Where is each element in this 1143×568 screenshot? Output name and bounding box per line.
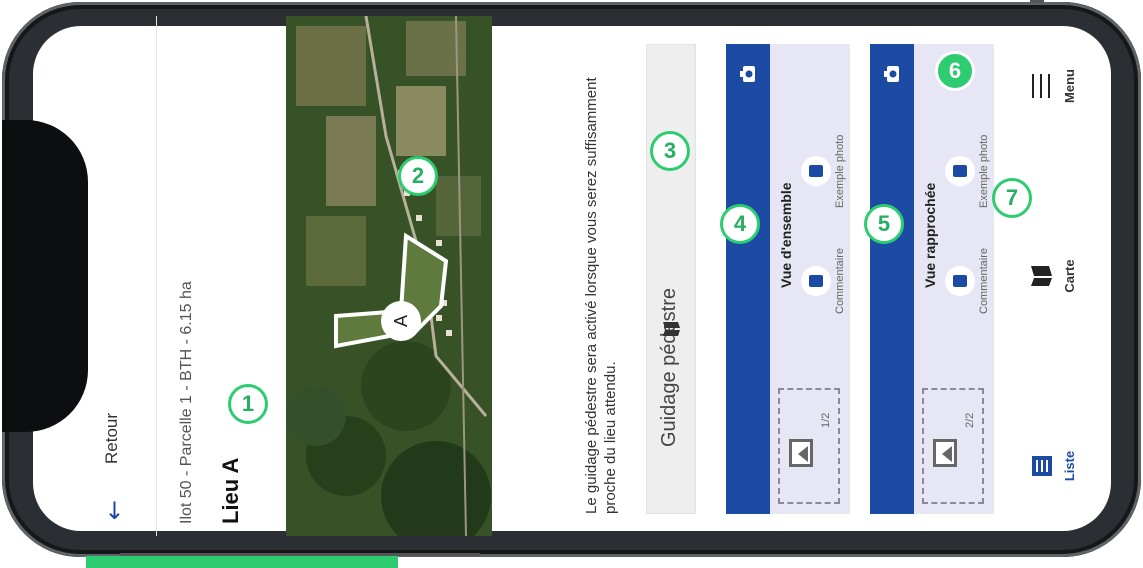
annotation-marker: 3 (650, 131, 690, 171)
bottom-tab-bar: Liste Carte Menu (1016, 16, 1106, 536)
photo-thumbnail[interactable]: 2/2 (922, 388, 984, 504)
guidance-text: Le guidage pédestre sera activé lorsque … (583, 77, 619, 514)
tab-carte[interactable]: Carte (1022, 216, 1092, 336)
card-header[interactable] (870, 44, 914, 514)
photo-counter: 2/2 (964, 412, 976, 428)
side-button (1030, 0, 1044, 3)
guidance-button[interactable]: Guidage pédestre (646, 44, 696, 514)
annotation-marker: 5 (864, 204, 904, 244)
annotation-highlight-bar (86, 556, 398, 568)
back-arrow-icon[interactable]: ← (100, 496, 128, 524)
tab-label: Carte (1062, 259, 1077, 293)
app-content: ← Retour Ilot 50 - Parcelle 1 - BTH - 6.… (86, 16, 1106, 536)
map-marker-label: A (391, 315, 411, 328)
list-icon (1032, 456, 1052, 476)
photo-card: 2/2 Vue rapprochée Commentaire Exemple p… (870, 44, 994, 514)
guidance-button-label: Guidage pédestre (658, 287, 680, 447)
example-photo-icon[interactable] (801, 156, 831, 186)
plot-subtitle: Ilot 50 - Parcelle 1 - BTH - 6.15 ha (178, 281, 195, 524)
tab-menu[interactable]: Menu (1022, 26, 1092, 146)
card-title: Vue rapprochée (922, 182, 938, 288)
camera-icon[interactable] (738, 64, 758, 84)
map-icon (1031, 266, 1052, 286)
image-placeholder-icon (789, 439, 813, 467)
menu-icon (1030, 74, 1052, 98)
photo-thumbnail[interactable]: 1/2 (778, 388, 840, 504)
back-button[interactable]: Retour (102, 413, 122, 464)
annotation-marker: 7 (992, 178, 1032, 218)
photo-card: 1/2 Vue d'ensemble Commentaire Exemple p… (726, 44, 850, 514)
annotation-marker: 2 (398, 156, 438, 196)
photo-counter: 1/2 (820, 412, 832, 428)
book-icon (663, 322, 680, 336)
satellite-map-image (286, 16, 492, 536)
tab-label: Menu (1062, 69, 1077, 103)
map-location-marker[interactable]: A (381, 301, 421, 341)
satellite-map[interactable]: A (286, 16, 492, 536)
example-photo-icon[interactable] (945, 156, 975, 186)
divider (156, 16, 157, 536)
tab-label: Liste (1062, 450, 1077, 482)
top-bar: ← Retour (86, 16, 142, 536)
card-title: Vue d'ensemble (778, 182, 794, 288)
annotation-marker: 1 (228, 384, 268, 424)
annotation-marker: 4 (720, 204, 760, 244)
tab-liste[interactable]: Liste (1022, 406, 1092, 526)
card-header[interactable] (726, 44, 770, 514)
comment-icon[interactable] (945, 266, 975, 296)
example-photo-label: Exemple photo (834, 134, 846, 208)
comment-icon[interactable] (801, 266, 831, 296)
comment-label: Commentaire (978, 247, 990, 314)
comment-label: Commentaire (834, 247, 846, 314)
camera-icon[interactable] (882, 64, 902, 84)
phone-notch (2, 120, 88, 432)
page-title: Lieu A (218, 457, 243, 524)
image-placeholder-icon (933, 439, 957, 467)
example-photo-label: Exemple photo (978, 134, 990, 208)
annotation-marker: 6 (935, 51, 975, 91)
